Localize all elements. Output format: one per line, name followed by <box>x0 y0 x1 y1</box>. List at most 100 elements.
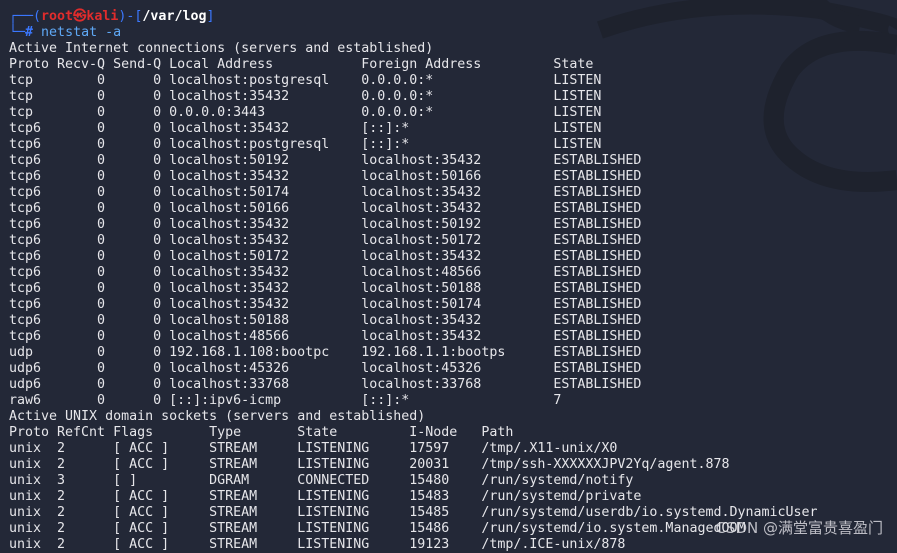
inet-cell: 0 <box>153 185 162 200</box>
inet-cell: localhost:48566 <box>169 329 290 344</box>
unix-cell: unix <box>9 457 42 472</box>
unix-cell: Path <box>481 425 514 440</box>
inet-table-row: tcp6 0 0 localhost:35432 [::]:* LISTEN <box>9 121 897 137</box>
inet-cell: tcp <box>9 105 34 120</box>
inet-cell: ESTABLISHED <box>553 329 642 344</box>
inet-cell: 0 <box>153 217 162 232</box>
inet-cell: tcp <box>9 89 34 104</box>
inet-table-row: tcp6 0 0 localhost:50192 localhost:35432 ESTA… <box>9 153 897 169</box>
unix-title: Active UNIX domain sockets (servers and … <box>9 409 426 424</box>
inet-cell: 0 <box>97 297 106 312</box>
unix-cell: [ ACC ] <box>113 521 170 536</box>
inet-cell: LISTEN <box>553 89 602 104</box>
inet-cell: 0 <box>153 393 162 408</box>
unix-cell: [ ACC ] <box>113 505 170 520</box>
unix-cell: State <box>297 425 338 440</box>
unix-cell: unix <box>9 521 42 536</box>
inet-cell: tcp6 <box>9 169 42 184</box>
inet-cell: localhost:35432 <box>169 265 290 280</box>
inet-header-row: Proto Recv-Q Send-Q Local Address Foreign Ad… <box>9 57 897 73</box>
inet-cell: 0 <box>153 105 162 120</box>
prompt-line-2: └─# netstat -a <box>9 25 122 40</box>
unix-cell: LISTENING <box>297 489 370 504</box>
inet-cell: localhost:35432 <box>361 185 482 200</box>
unix-header-row: Proto RefCnt Flags Type State I-Node Path <box>9 425 897 441</box>
inet-table-row: udp 0 0 192.168.1.108:bootpc 192.168.1.1:boo… <box>9 345 897 361</box>
unix-cell: Proto <box>9 425 50 440</box>
inet-cell: Local Address <box>169 57 274 72</box>
inet-cell: 0 <box>153 169 162 184</box>
inet-cell: LISTEN <box>553 121 602 136</box>
inet-cell: localhost:postgresql <box>169 137 330 152</box>
inet-cell: udp6 <box>9 361 42 376</box>
inet-table-row: udp6 0 0 localhost:33768 localhost:33768 ESTA… <box>9 377 897 393</box>
inet-cell: tcp6 <box>9 137 42 152</box>
unix-cell: 3 <box>57 473 66 488</box>
unix-cell: Flags <box>113 425 154 440</box>
unix-cell: 15486 <box>409 521 450 536</box>
inet-cell: tcp6 <box>9 153 42 168</box>
prompt-line-1: ┌──(root㉿kali)-[/var/log] <box>9 9 215 24</box>
unix-cell: STREAM <box>209 489 258 504</box>
command-text: netstat -a <box>41 25 122 40</box>
unix-cell: LISTENING <box>297 505 370 520</box>
inet-cell: ESTABLISHED <box>553 185 642 200</box>
inet-cell: tcp6 <box>9 233 42 248</box>
unix-cell: 19123 <box>409 537 450 552</box>
terminal-output[interactable]: ┌──(root㉿kali)-[/var/log] └─# netstat -a… <box>9 9 897 553</box>
unix-cell: unix <box>9 537 42 552</box>
inet-cell: localhost:48566 <box>361 265 482 280</box>
inet-table-row: tcp6 0 0 localhost:50188 localhost:35432 ESTA… <box>9 313 897 329</box>
inet-cell: 0 <box>153 265 162 280</box>
unix-table-row: unix 2 [ ACC ] STREAM LISTENING 19123/tmp/.IC… <box>9 537 897 553</box>
inet-table-row: tcp6 0 0 localhost:50172 localhost:35432 ESTA… <box>9 249 897 265</box>
unix-cell: /run/systemd/private <box>481 489 642 504</box>
inet-cell: localhost:50192 <box>169 153 290 168</box>
inet-table: Proto Recv-Q Send-Q Local Address Foreign Ad… <box>9 57 897 409</box>
inet-table-row: tcp6 0 0 localhost:50166 localhost:35432 ESTA… <box>9 201 897 217</box>
inet-cell: 0 <box>153 361 162 376</box>
inet-cell: LISTEN <box>553 73 602 88</box>
inet-cell: localhost:35432 <box>169 121 290 136</box>
inet-cell: 0.0.0.0:3443 <box>169 105 266 120</box>
inet-cell: 0 <box>97 89 106 104</box>
inet-cell: tcp6 <box>9 185 42 200</box>
csdn-watermark: CSDN @满堂富贵喜盈门 <box>715 519 883 537</box>
inet-cell: 0 <box>153 121 162 136</box>
inet-cell: tcp6 <box>9 265 42 280</box>
unix-cell: [ ACC ] <box>113 537 170 552</box>
inet-table-row: tcp6 0 0 localhost:35432 localhost:50174 ESTA… <box>9 297 897 313</box>
inet-cell: localhost:35432 <box>169 281 290 296</box>
inet-cell: localhost:50166 <box>169 201 290 216</box>
inet-cell: ESTABLISHED <box>553 281 642 296</box>
inet-cell: localhost:50172 <box>169 249 290 264</box>
unix-cell: 15480 <box>409 473 450 488</box>
inet-cell: 0 <box>97 137 106 152</box>
unix-cell: unix <box>9 489 42 504</box>
unix-cell: unix <box>9 473 42 488</box>
unix-cell: STREAM <box>209 505 258 520</box>
inet-cell: 0.0.0.0:* <box>361 89 434 104</box>
inet-table-row: tcp 0 0 0.0.0.0:3443 0.0.0.0:* LISTEN <box>9 105 897 121</box>
inet-cell: 0 <box>97 281 106 296</box>
inet-cell: ESTABLISHED <box>553 297 642 312</box>
inet-table-row: tcp 0 0 localhost:35432 0.0.0.0:* LISTEN <box>9 89 897 105</box>
inet-cell: ESTABLISHED <box>553 233 642 248</box>
unix-cell: STREAM <box>209 457 258 472</box>
prompt-cwd: /var/log <box>142 9 207 24</box>
unix-cell: STREAM <box>209 441 258 456</box>
unix-cell: unix <box>9 505 42 520</box>
inet-cell: localhost:35432 <box>361 153 482 168</box>
inet-cell: localhost:50188 <box>169 313 290 328</box>
inet-cell: localhost:35432 <box>361 313 482 328</box>
inet-cell: ESTABLISHED <box>553 201 642 216</box>
inet-cell: localhost:35432 <box>361 249 482 264</box>
unix-cell: Type <box>209 425 242 440</box>
inet-cell: tcp6 <box>9 121 42 136</box>
unix-cell: /run/systemd/notify <box>481 473 634 488</box>
inet-cell: localhost:35432 <box>361 329 482 344</box>
unix-cell: LISTENING <box>297 457 370 472</box>
inet-cell: ESTABLISHED <box>553 153 642 168</box>
inet-cell: 0 <box>153 297 162 312</box>
inet-table-row: tcp6 0 0 localhost:48566 localhost:35432 ESTA… <box>9 329 897 345</box>
